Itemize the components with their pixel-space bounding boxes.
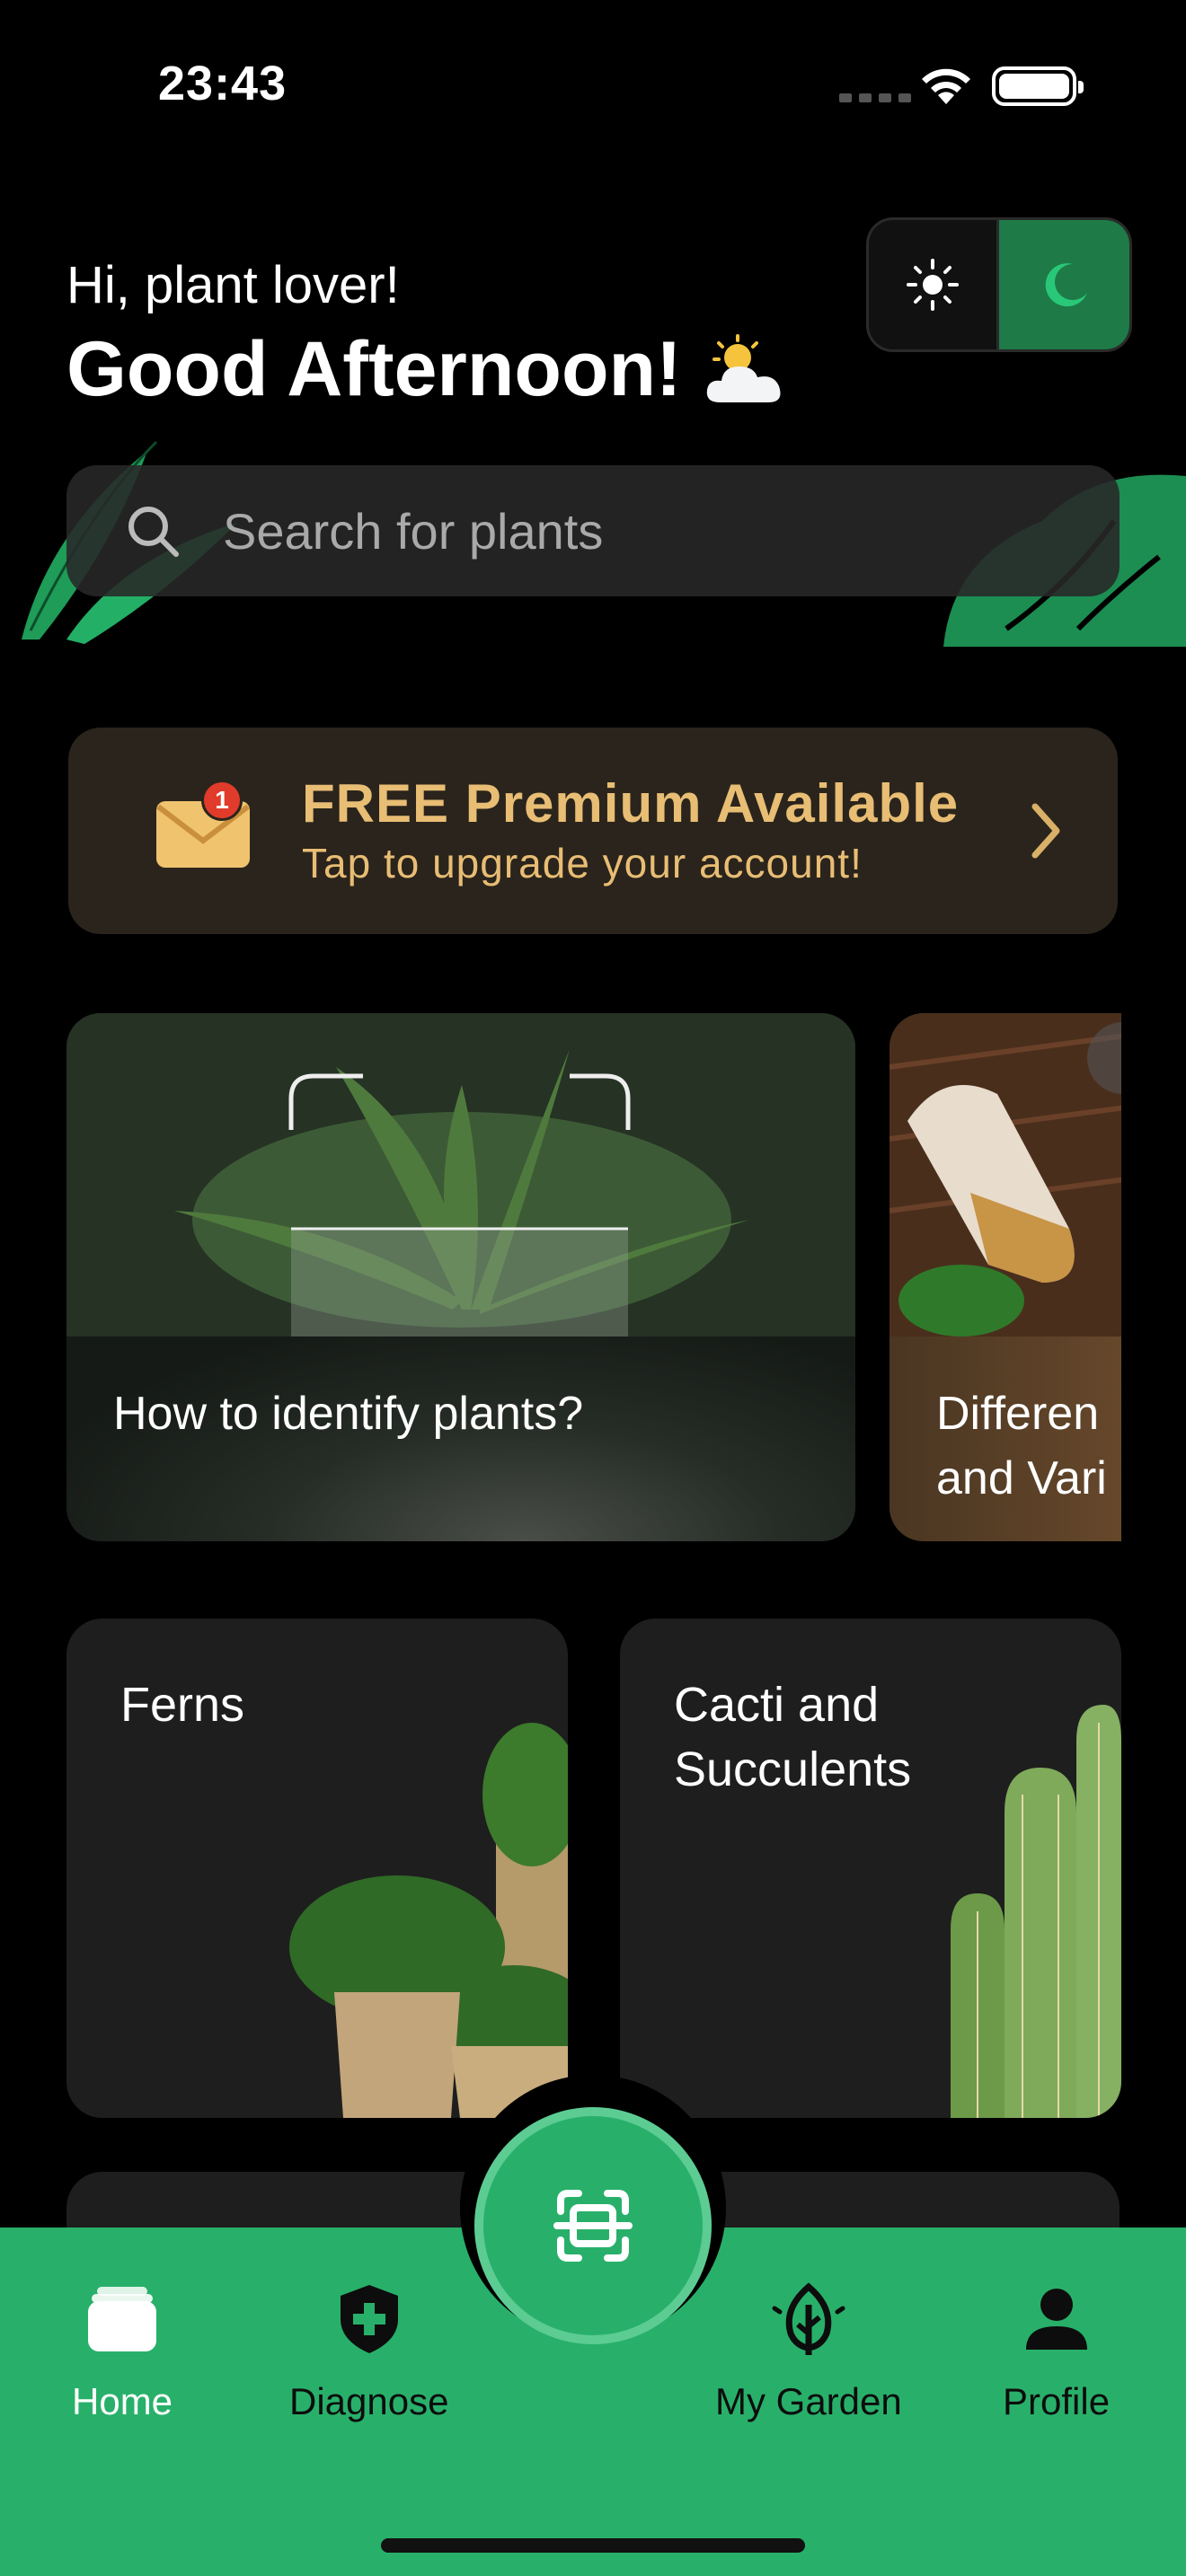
notification-badge: 1 — [201, 780, 243, 821]
search-bar[interactable] — [66, 465, 1120, 596]
person-icon — [1025, 2289, 1087, 2350]
theme-toggle[interactable] — [866, 217, 1132, 352]
article-caption: Differen and Vari — [890, 1337, 1121, 1541]
cloud-sun-icon — [706, 333, 781, 402]
search-icon — [128, 507, 179, 557]
nav-label: Profile — [1003, 2380, 1111, 2422]
category-title: Cacti and Succulents — [674, 1678, 912, 1796]
light-mode-button[interactable] — [869, 220, 999, 349]
wifi-icon — [922, 68, 970, 104]
nav-item-my-garden[interactable]: My Garden — [715, 2281, 902, 2423]
nav-item-profile[interactable]: Profile — [1003, 2281, 1110, 2423]
article-carousel[interactable]: How to identify plants? Differen and Var… — [66, 1013, 1121, 1541]
status-bar: 23:43 — [0, 0, 1186, 171]
sun-icon — [907, 259, 959, 311]
category-title: Ferns — [120, 1678, 245, 1732]
gardening-gloves-image — [890, 1013, 1121, 1337]
dark-mode-button[interactable] — [999, 220, 1129, 349]
search-input[interactable] — [223, 501, 1031, 560]
chevron-right-icon — [1031, 803, 1060, 859]
nav-label: Diagnose — [289, 2380, 449, 2422]
scan-button[interactable] — [474, 2107, 712, 2344]
leaf-icon — [772, 2282, 845, 2355]
nav-label: My Garden — [715, 2380, 902, 2422]
category-card-ferns[interactable]: Ferns — [66, 1619, 568, 2118]
moon-icon — [1045, 263, 1087, 307]
nav-label: Home — [72, 2380, 173, 2422]
category-card-cacti[interactable]: Cacti and Succulents — [620, 1619, 1121, 2118]
status-time: 23:43 — [158, 57, 288, 110]
nav-item-home[interactable]: Home — [72, 2281, 173, 2423]
premium-subtitle: Tap to upgrade your account! — [302, 840, 863, 887]
article-title: How to identify plants? — [113, 1388, 584, 1440]
greeting-text: Hi, plant lover! — [66, 256, 400, 314]
page-title: Good Afternoon! — [66, 325, 788, 414]
cactus-image — [951, 1705, 1121, 2118]
signal-icon — [839, 93, 911, 102]
article-title: Differen and Vari — [936, 1388, 1107, 1504]
nav-item-diagnose[interactable]: Diagnose — [289, 2281, 448, 2423]
home-indicator[interactable] — [381, 2538, 805, 2553]
headline-text: Good Afternoon! — [66, 326, 682, 412]
battery-icon — [992, 66, 1084, 106]
premium-title: FREE Premium Available — [302, 773, 960, 834]
ferns-image — [289, 1723, 568, 2118]
article-caption: How to identify plants? — [66, 1337, 855, 1541]
shield-plus-icon — [340, 2285, 398, 2353]
plant-scan-image — [66, 1013, 855, 1337]
scan-icon — [553, 2190, 633, 2262]
home-stack-icon — [88, 2287, 157, 2351]
premium-banner[interactable]: 1 FREE Premium Available Tap to upgrade … — [68, 728, 1118, 934]
article-card[interactable]: Differen and Vari — [890, 1013, 1121, 1541]
article-card[interactable]: How to identify plants? — [66, 1013, 855, 1541]
